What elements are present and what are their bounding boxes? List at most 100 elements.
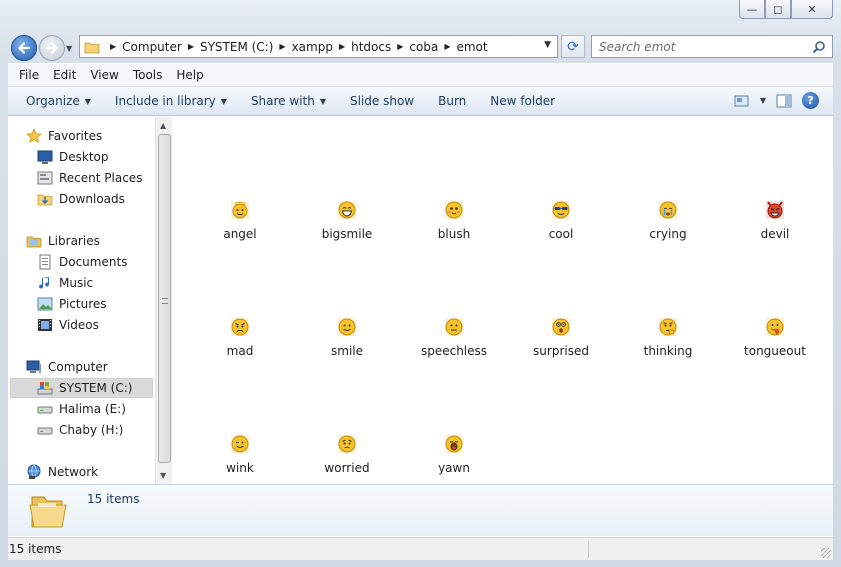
nav-desktop[interactable]: Desktop (37, 147, 155, 167)
maximize-button[interactable]: ◻ (765, 0, 791, 19)
file-name: cool (548, 227, 574, 241)
nav-recent-places[interactable]: Recent Places (37, 168, 155, 188)
file-name: crying (649, 227, 687, 241)
recent-pages-dropdown[interactable]: ▼ (66, 44, 76, 53)
include-in-library-button[interactable]: Include in library ▼ (103, 94, 239, 108)
nav-system-c[interactable]: SYSTEM (C:) (10, 378, 153, 398)
nav-downloads[interactable]: Downloads (37, 189, 155, 209)
search-input[interactable] (599, 39, 799, 54)
back-button[interactable] (11, 35, 37, 61)
nav-videos[interactable]: Videos (37, 315, 155, 335)
content-scroll-track (826, 117, 833, 484)
menu-help[interactable]: Help (169, 68, 210, 82)
menu-view[interactable]: View (83, 68, 125, 82)
nav-halima-e[interactable]: Halima (E:) (37, 399, 155, 419)
refresh-button[interactable]: ⟳ (561, 35, 585, 58)
breadcrumb-computer[interactable]: Computer (122, 40, 182, 54)
file-item-thinking[interactable]: thinking (618, 317, 718, 358)
address-row: ▼ ▶ Computer ▶ SYSTEM (C:) ▶ xampp ▶ htd… (0, 30, 841, 63)
downloads-icon (37, 191, 53, 207)
status-bar: 15 items (8, 537, 833, 560)
include-in-library-label: Include in library (114, 94, 216, 108)
file-item-wink[interactable]: wink (190, 434, 290, 475)
tongueout-emoticon-icon (766, 318, 784, 336)
file-item-crying[interactable]: crying (618, 200, 718, 241)
menu-bar: File Edit View Tools Help (8, 64, 833, 87)
nav-chaby-h-label: Chaby (H:) (59, 423, 124, 437)
view-options-dropdown[interactable]: ▼ (760, 96, 766, 105)
desktop-icon (37, 149, 53, 165)
nav-documents-label: Documents (59, 255, 128, 269)
breadcrumb-coba[interactable]: coba (409, 40, 438, 54)
worried-emoticon-icon (338, 435, 356, 453)
new-folder-button[interactable]: New folder (478, 94, 567, 108)
file-item-angel[interactable]: angel (190, 200, 290, 241)
file-item-mad[interactable]: mad (190, 317, 290, 358)
status-divider (588, 541, 589, 558)
file-item-cool[interactable]: cool (511, 200, 611, 241)
nav-computer[interactable]: Computer (26, 357, 155, 377)
breadcrumb-htdocs[interactable]: htdocs (351, 40, 391, 54)
minimize-button[interactable]: — (739, 0, 765, 19)
file-name: surprised (533, 344, 589, 358)
nav-halima-e-label: Halima (E:) (59, 402, 126, 416)
nav-documents[interactable]: Documents (37, 252, 155, 272)
search-box[interactable] (591, 35, 833, 58)
file-item-surprised[interactable]: surprised (511, 317, 611, 358)
burn-button[interactable]: Burn (426, 94, 478, 108)
chevron-right-icon[interactable]: ▶ (339, 42, 345, 51)
file-item-yawn[interactable]: yawn (404, 434, 504, 475)
file-item-bigsmile[interactable]: bigsmile (297, 200, 397, 241)
nav-network[interactable]: Network (26, 462, 155, 482)
file-name: tongueout (744, 344, 806, 358)
menu-file[interactable]: File (8, 68, 46, 82)
chevron-down-icon[interactable]: ▼ (544, 40, 551, 50)
file-item-worried[interactable]: worried (297, 434, 397, 475)
chevron-right-icon[interactable]: ▶ (444, 42, 450, 51)
preview-pane-icon[interactable] (776, 94, 792, 108)
search-icon[interactable] (812, 40, 826, 54)
help-icon[interactable]: ? (802, 92, 819, 109)
share-with-button[interactable]: Share with ▼ (239, 94, 338, 108)
videos-icon (37, 317, 53, 333)
resize-grip[interactable] (821, 548, 831, 558)
file-item-blush[interactable]: blush (404, 200, 504, 241)
scroll-up-arrow[interactable]: ▲ (160, 121, 166, 130)
scrollbar-thumb[interactable] (158, 134, 171, 463)
forward-button[interactable] (39, 35, 65, 61)
nav-music-label: Music (59, 276, 94, 290)
close-button[interactable]: ✕ (791, 0, 833, 19)
libraries-icon (26, 233, 42, 249)
chevron-right-icon[interactable]: ▶ (110, 42, 116, 51)
menu-edit[interactable]: Edit (46, 68, 83, 82)
navigation-scrollbar[interactable]: ▲ ▼ (155, 117, 172, 484)
nav-favorites[interactable]: Favorites (26, 126, 155, 146)
file-item-tongueout[interactable]: tongueout (725, 317, 825, 358)
file-item-smile[interactable]: smile (297, 317, 397, 358)
drive-icon (37, 422, 53, 438)
change-view-icon[interactable] (734, 94, 750, 108)
nav-chaby-h[interactable]: Chaby (H:) (37, 420, 155, 440)
breadcrumb-emot[interactable]: emot (456, 40, 487, 54)
chevron-right-icon[interactable]: ▶ (279, 42, 285, 51)
star-icon (26, 128, 42, 144)
nav-pictures[interactable]: Pictures (37, 294, 155, 314)
nav-music[interactable]: Music (37, 273, 155, 293)
nav-libraries[interactable]: Libraries (26, 231, 155, 251)
scroll-down-arrow[interactable]: ▼ (160, 471, 166, 480)
window-right-border (833, 30, 841, 567)
file-list: angel bigsmile blush cool crying devil m… (173, 117, 826, 484)
chevron-right-icon[interactable]: ▶ (397, 42, 403, 51)
chevron-right-icon[interactable]: ▶ (188, 42, 194, 51)
file-item-devil[interactable]: devil (725, 200, 825, 241)
yawn-emoticon-icon (445, 435, 463, 453)
recent-places-icon (37, 170, 53, 186)
menu-tools[interactable]: Tools (126, 68, 170, 82)
breadcrumb-system-c[interactable]: SYSTEM (C:) (200, 40, 273, 54)
address-bar[interactable]: ▶ Computer ▶ SYSTEM (C:) ▶ xampp ▶ htdoc… (79, 35, 558, 58)
slide-show-button[interactable]: Slide show (338, 94, 426, 108)
organize-button[interactable]: Organize ▼ (8, 94, 103, 108)
breadcrumb-xampp[interactable]: xampp (292, 40, 333, 54)
file-name: thinking (643, 344, 693, 358)
file-item-speechless[interactable]: speechless (404, 317, 504, 358)
